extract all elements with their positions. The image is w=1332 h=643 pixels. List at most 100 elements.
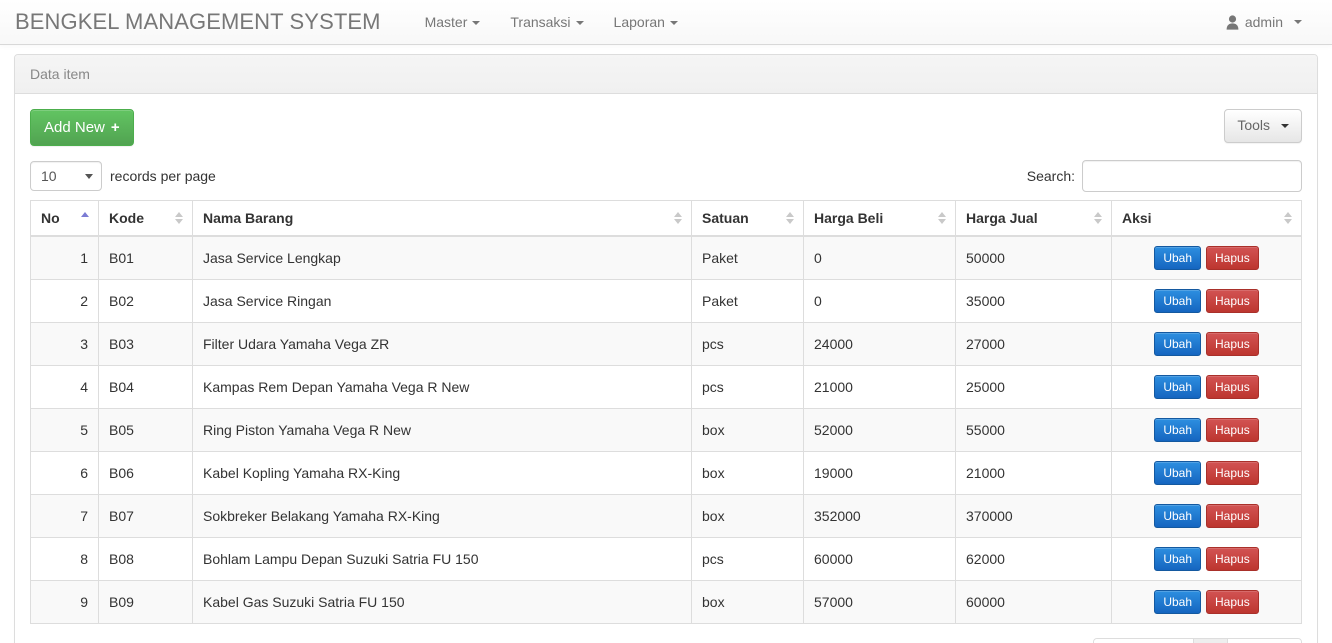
chevron-down-icon xyxy=(1281,123,1289,128)
column-header-nama-barang[interactable]: Nama Barang xyxy=(192,200,692,238)
cell-harga-jual: 370000 xyxy=(955,494,1112,538)
search-label: Search: xyxy=(1026,168,1075,185)
cell-kode: B02 xyxy=(98,279,193,323)
page-length-select-wrap: 10 xyxy=(30,161,102,192)
cell-harga-jual: 35000 xyxy=(955,279,1112,323)
page-length-select[interactable]: 10 xyxy=(30,161,102,192)
search-control: Search: xyxy=(1026,160,1302,193)
column-header-harga-jual-label: Harga Jual xyxy=(966,210,1038,227)
sort-icon xyxy=(938,211,947,225)
add-new-button-label: Add New xyxy=(44,119,105,136)
edit-button[interactable]: Ubah xyxy=(1154,289,1201,314)
cell-aksi: Ubah Hapus xyxy=(1111,537,1302,581)
edit-button[interactable]: Ubah xyxy=(1154,246,1201,271)
edit-button[interactable]: Ubah xyxy=(1154,418,1201,443)
cell-satuan: box xyxy=(691,580,804,624)
tools-button-label: Tools xyxy=(1237,117,1270,133)
edit-button[interactable]: Ubah xyxy=(1154,590,1201,615)
edit-button[interactable]: Ubah xyxy=(1154,547,1201,572)
edit-button[interactable]: Ubah xyxy=(1154,461,1201,486)
cell-harga-beli: 52000 xyxy=(803,408,956,452)
delete-button[interactable]: Hapus xyxy=(1206,418,1259,443)
column-header-satuan[interactable]: Satuan xyxy=(691,200,804,238)
column-header-no[interactable]: No xyxy=(30,200,99,238)
cell-aksi: Ubah Hapus xyxy=(1111,580,1302,624)
nav-item-master[interactable]: Master xyxy=(410,0,496,45)
cell-aksi: Ubah Hapus xyxy=(1111,494,1302,538)
nav-item-transaksi-label: Transaksi xyxy=(510,13,571,30)
sort-icon xyxy=(1094,211,1103,225)
cell-nama-barang: Kampas Rem Depan Yamaha Vega R New xyxy=(192,365,692,409)
nav-item-master-label: Master xyxy=(424,13,468,30)
table-controls: 10 records per page Search: xyxy=(30,160,1302,193)
edit-button[interactable]: Ubah xyxy=(1154,332,1201,357)
cell-aksi: Ubah Hapus xyxy=(1111,322,1302,366)
table-footer: Showing 1 to 9 of 9 entries ← Previous 1… xyxy=(30,638,1302,643)
cell-nama-barang: Filter Udara Yamaha Vega ZR xyxy=(192,322,692,366)
cell-no: 8 xyxy=(30,537,99,581)
table-row: 3 B03 Filter Udara Yamaha Vega ZR pcs 24000 2… xyxy=(30,322,1302,366)
column-header-kode-label: Kode xyxy=(109,210,144,227)
pagination-next[interactable]: Next → xyxy=(1228,639,1301,643)
column-header-aksi[interactable]: Aksi xyxy=(1111,200,1302,238)
cell-nama-barang: Bohlam Lampu Depan Suzuki Satria FU 150 xyxy=(192,537,692,581)
column-header-harga-beli[interactable]: Harga Beli xyxy=(803,200,956,238)
pagination: ← Previous 1 Next → xyxy=(1093,638,1302,643)
cell-harga-beli: 24000 xyxy=(803,322,956,366)
delete-button[interactable]: Hapus xyxy=(1206,547,1259,572)
nav-item-laporan-label: Laporan xyxy=(613,13,665,30)
cell-harga-jual: 21000 xyxy=(955,451,1112,495)
pagination-previous[interactable]: ← Previous xyxy=(1094,639,1194,643)
column-header-harga-beli-label: Harga Beli xyxy=(814,210,884,227)
edit-button[interactable]: Ubah xyxy=(1154,375,1201,400)
user-icon xyxy=(1226,14,1239,30)
cell-kode: B04 xyxy=(98,365,193,409)
add-new-button[interactable]: Add New + xyxy=(30,109,134,147)
delete-button[interactable]: Hapus xyxy=(1206,289,1259,314)
column-header-harga-jual[interactable]: Harga Jual xyxy=(955,200,1112,238)
edit-button[interactable]: Ubah xyxy=(1154,504,1201,529)
cell-no: 7 xyxy=(30,494,99,538)
delete-button[interactable]: Hapus xyxy=(1206,461,1259,486)
cell-satuan: pcs xyxy=(691,322,804,366)
column-header-aksi-label: Aksi xyxy=(1122,210,1152,227)
cell-harga-jual: 60000 xyxy=(955,580,1112,624)
cell-harga-beli: 0 xyxy=(803,279,956,323)
cell-satuan: Paket xyxy=(691,279,804,323)
table-row: 5 B05 Ring Piston Yamaha Vega R New box 5200… xyxy=(30,408,1302,452)
app-brand[interactable]: BENGKEL MANAGEMENT SYSTEM xyxy=(15,11,396,33)
table-row: 2 B02 Jasa Service Ringan Paket 0 35000 Ubah Ha… xyxy=(30,279,1302,323)
sort-icon xyxy=(175,211,184,225)
panel-toolbar: Add New + Tools xyxy=(30,109,1302,147)
delete-button[interactable]: Hapus xyxy=(1206,504,1259,529)
cell-harga-jual: 50000 xyxy=(955,235,1112,280)
table-row: 8 B08 Bohlam Lampu Depan Suzuki Satria FU … xyxy=(30,537,1302,581)
nav-item-transaksi[interactable]: Transaksi xyxy=(495,0,598,45)
panel-heading: Data item xyxy=(15,55,1317,94)
cell-kode: B05 xyxy=(98,408,193,452)
pagination-page-1[interactable]: 1 xyxy=(1193,639,1229,643)
user-menu[interactable]: admin xyxy=(1226,0,1302,45)
cell-satuan: box xyxy=(691,408,804,452)
tools-button[interactable]: Tools xyxy=(1224,109,1302,143)
cell-aksi: Ubah Hapus xyxy=(1111,365,1302,409)
cell-harga-jual: 25000 xyxy=(955,365,1112,409)
items-table-head: No Kode Nama Barang Satuan Harga Beli Ha… xyxy=(30,200,1302,238)
cell-satuan: Paket xyxy=(691,235,804,280)
table-row: 4 B04 Kampas Rem Depan Yamaha Vega R New pc… xyxy=(30,365,1302,409)
cell-aksi: Ubah Hapus xyxy=(1111,279,1302,323)
delete-button[interactable]: Hapus xyxy=(1206,332,1259,357)
cell-kode: B03 xyxy=(98,322,193,366)
cell-harga-beli: 60000 xyxy=(803,537,956,581)
cell-harga-jual: 27000 xyxy=(955,322,1112,366)
search-input[interactable] xyxy=(1082,160,1302,193)
cell-harga-jual: 55000 xyxy=(955,408,1112,452)
delete-button[interactable]: Hapus xyxy=(1206,375,1259,400)
column-header-kode[interactable]: Kode xyxy=(98,200,193,238)
delete-button[interactable]: Hapus xyxy=(1206,590,1259,615)
nav-item-laporan[interactable]: Laporan xyxy=(599,0,693,45)
delete-button[interactable]: Hapus xyxy=(1206,246,1259,271)
chevron-down-icon xyxy=(1294,20,1302,24)
cell-harga-beli: 21000 xyxy=(803,365,956,409)
cell-aksi: Ubah Hapus xyxy=(1111,451,1302,495)
